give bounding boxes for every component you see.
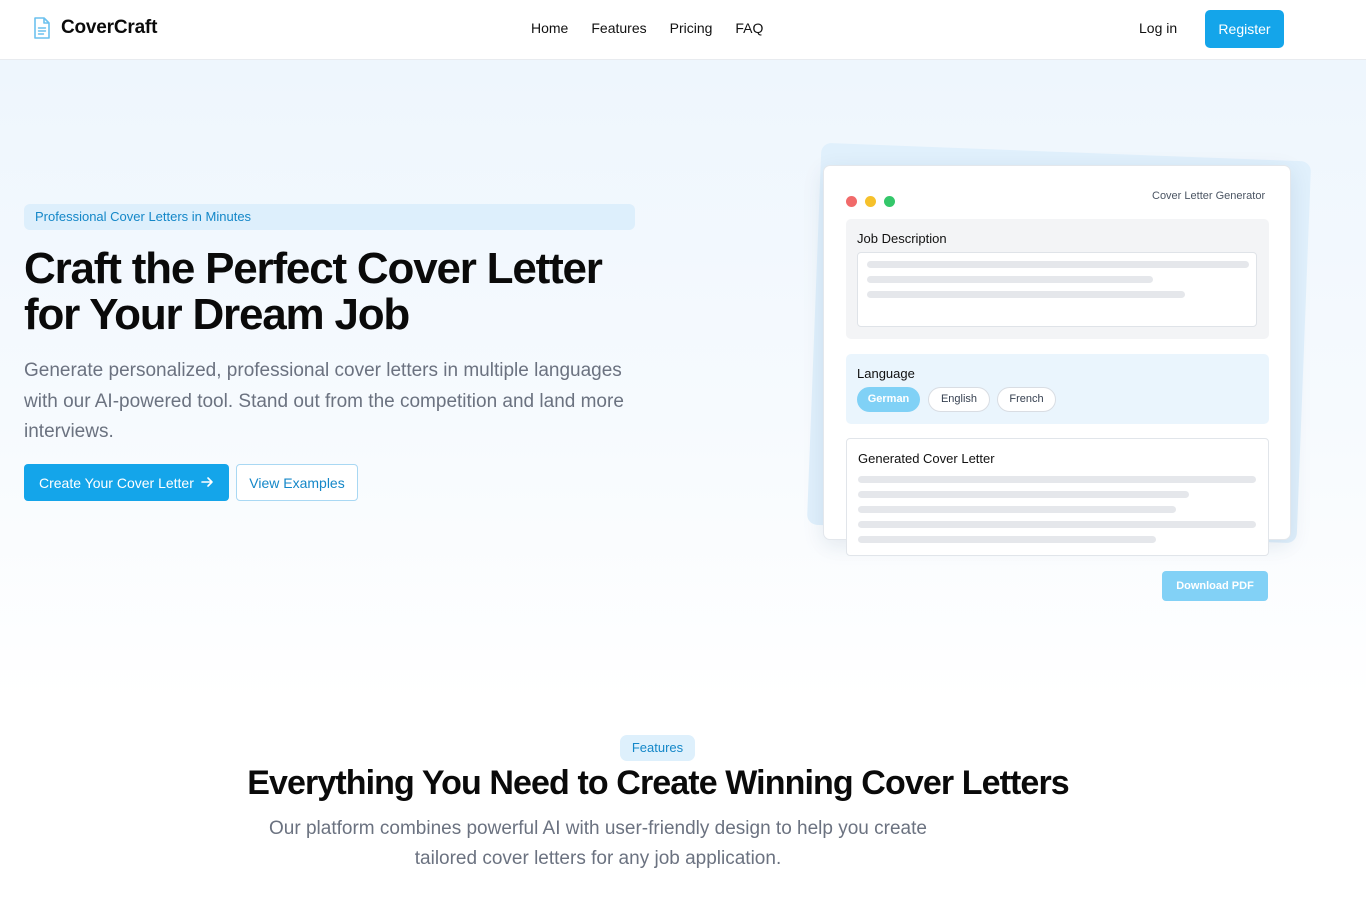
mockup-window-title: Cover Letter Generator: [1152, 190, 1266, 202]
logo[interactable]: CoverCraft: [32, 16, 157, 40]
language-panel: Language German English French: [846, 354, 1269, 424]
nav-faq[interactable]: FAQ: [735, 20, 763, 37]
placeholder-line: [858, 491, 1189, 498]
language-chip-german[interactable]: German: [857, 387, 920, 412]
job-description-label: Job Description: [857, 231, 947, 246]
window-close-dot: [846, 196, 857, 207]
logo-text: CoverCraft: [61, 17, 158, 38]
language-chip-english[interactable]: English: [928, 387, 990, 412]
hero-section: Professional Cover Letters in Minutes Cr…: [0, 60, 1366, 700]
hero-subtitle: Generate personalized, professional cove…: [24, 360, 624, 442]
document-icon: [34, 17, 50, 39]
placeholder-line: [858, 506, 1176, 513]
window-maximize-dot: [884, 196, 895, 207]
generator-mockup: Cover Letter Generator Job Description L…: [823, 165, 1291, 556]
placeholder-line: [867, 276, 1153, 283]
language-label: Language: [857, 366, 915, 381]
language-chip-french[interactable]: French: [997, 387, 1056, 412]
features-badge: Features: [620, 735, 695, 761]
create-cover-letter-label: Create Your Cover Letter: [39, 474, 194, 491]
nav-features[interactable]: Features: [591, 20, 646, 37]
placeholder-line: [858, 536, 1156, 543]
placeholder-line: [858, 476, 1256, 483]
window-minimize-dot: [865, 196, 876, 207]
generated-letter-label: Generated Cover Letter: [858, 451, 995, 466]
site-header: CoverCraft Home Features Pricing FAQ Log…: [0, 0, 1366, 60]
placeholder-line: [858, 521, 1256, 528]
placeholder-line: [867, 261, 1249, 268]
hero-title: Craft the Perfect Cover Letter for Your …: [24, 246, 664, 338]
hero-title-line2: for Your Dream Job: [24, 290, 410, 339]
features-subtitle: Our platform combines powerful AI with u…: [269, 818, 927, 869]
generated-letter-panel: Generated Cover Letter: [846, 438, 1269, 556]
nav-pricing[interactable]: Pricing: [670, 20, 713, 37]
view-examples-button[interactable]: View Examples: [236, 464, 358, 501]
nav-home[interactable]: Home: [531, 20, 568, 37]
hero-title-line1: Craft the Perfect Cover Letter: [24, 244, 603, 293]
job-description-panel: Job Description: [846, 219, 1269, 339]
main-nav: Home Features Pricing FAQ: [531, 20, 786, 37]
arrow-right-icon: [201, 477, 213, 487]
features-title: Everything You Need to Create Winning Co…: [247, 764, 1069, 802]
download-pdf-button[interactable]: Download PDF: [1162, 571, 1268, 601]
create-cover-letter-button[interactable]: Create Your Cover Letter: [24, 464, 229, 501]
hero-badge: Professional Cover Letters in Minutes: [24, 204, 635, 230]
placeholder-line: [867, 291, 1185, 298]
login-link[interactable]: Log in: [1139, 20, 1177, 37]
register-button[interactable]: Register: [1205, 10, 1284, 48]
job-description-input[interactable]: [857, 252, 1257, 327]
